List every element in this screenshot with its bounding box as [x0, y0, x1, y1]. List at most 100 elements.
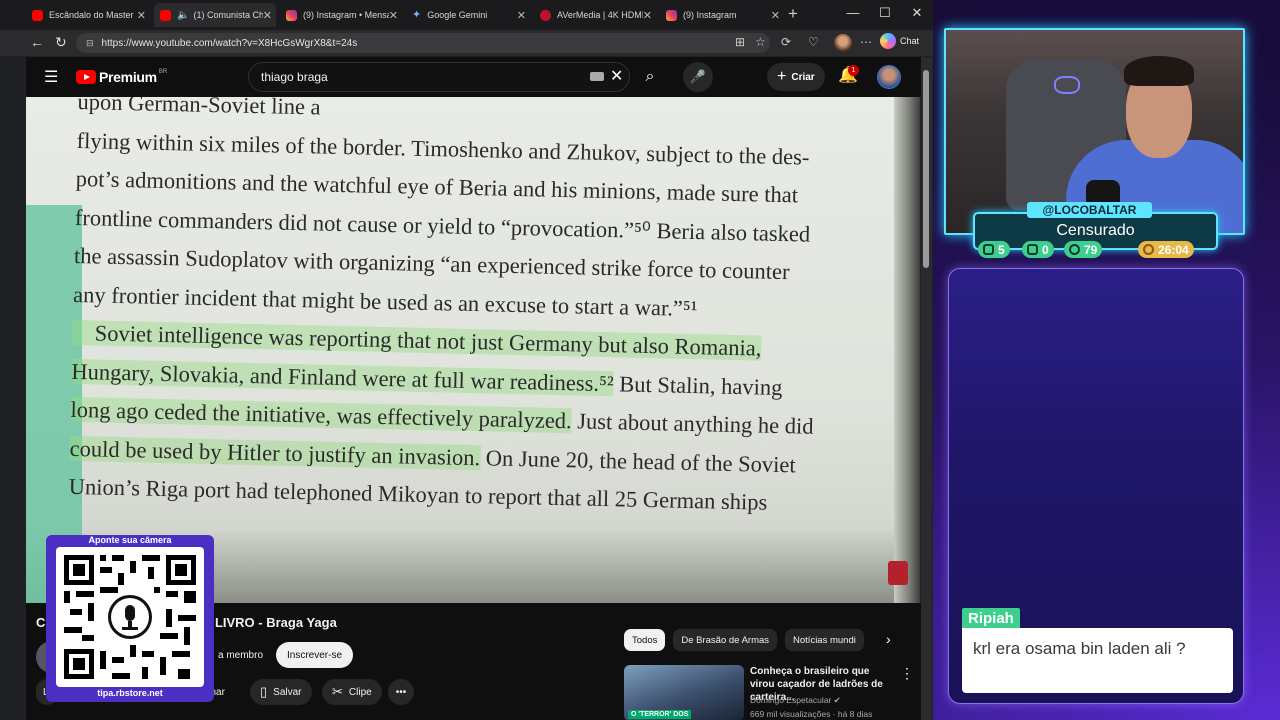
chevron-right-icon[interactable]: ›: [886, 631, 891, 647]
country-code: BR: [158, 69, 168, 75]
copilot-label: Chat: [900, 36, 920, 46]
hamburger-menu-icon[interactable]: ☰: [44, 67, 58, 87]
tab-label: (9) Instagram • Mensa: [303, 10, 389, 20]
recommendation-meta: 669 mil visualizações · há 8 dias: [750, 709, 873, 719]
tab-5[interactable]: AVerMedia | 4K HDMI ✕: [534, 3, 656, 27]
more-menu-icon[interactable]: ⋯: [860, 35, 872, 49]
search-input[interactable]: thiago braga: [248, 62, 630, 92]
close-window-button[interactable]: ✕: [902, 5, 932, 21]
save-button[interactable]: ▯ Salvar: [250, 679, 312, 705]
tab-3[interactable]: (9) Instagram • Mensa ✕: [280, 3, 402, 27]
back-button[interactable]: ←: [30, 34, 44, 50]
minimize-button[interactable]: —: [838, 5, 868, 20]
favorite-star-icon[interactable]: ☆: [755, 35, 766, 49]
clip-label: Clipe: [348, 686, 372, 698]
thumbnail-caption: O 'TERROR' DOS: [628, 710, 692, 719]
youtube-logo[interactable]: Premium BR: [76, 69, 167, 85]
tab-close-icon[interactable]: ✕: [643, 9, 652, 22]
new-tab-button[interactable]: +: [788, 4, 798, 24]
qr-code-overlay: Aponte sua câmera tipa.rbstore.net: [46, 535, 214, 702]
subscribe-button[interactable]: Inscrever-se: [276, 642, 354, 668]
extensions-icon[interactable]: ⟳: [781, 35, 791, 49]
tab-close-icon[interactable]: ✕: [263, 9, 272, 22]
tab-close-icon[interactable]: ✕: [389, 9, 398, 22]
qr-footer-url: tipa.rbstore.net: [97, 688, 163, 698]
tab-2[interactable]: 🔈 (1) Comunista Chi ✕: [154, 3, 276, 27]
clock-icon: [1143, 244, 1154, 255]
copilot-icon: [880, 33, 896, 49]
stream-timer: 26:04: [1138, 241, 1194, 258]
tab-label: Escândalo do Master s: [49, 10, 135, 20]
voice-search-icon[interactable]: 🎤: [683, 62, 713, 92]
save-label: Salvar: [273, 686, 302, 698]
chip-all[interactable]: Todos: [624, 629, 666, 651]
more-vert-icon[interactable]: ⋮: [900, 665, 914, 682]
book-page-edge: [894, 97, 920, 603]
gemini-icon: ✦: [412, 8, 422, 21]
video-player[interactable]: upon German-Soviet line a flying within …: [26, 97, 920, 603]
avermedia-icon: [540, 9, 551, 21]
app-install-icon[interactable]: ⊞: [735, 35, 745, 49]
clear-search-icon[interactable]: ✕: [610, 66, 623, 86]
address-bar[interactable]: ⊟ https://www.youtube.com/watch?v=X8HcGs…: [76, 33, 770, 53]
create-button[interactable]: + Criar: [767, 63, 825, 91]
keyboard-icon[interactable]: [590, 72, 604, 81]
verified-icon: ✔: [833, 695, 841, 705]
copilot-chat-button[interactable]: Chat: [880, 33, 919, 49]
account-avatar[interactable]: [877, 65, 901, 89]
plus-icon: +: [777, 68, 787, 85]
youtube-icon: [1027, 244, 1038, 255]
join-membership-button[interactable]: a membro: [208, 641, 273, 669]
recommendation-chips: Todos De Brasão de Armas Notícias mundi: [624, 629, 872, 651]
instagram-icon: [286, 9, 297, 21]
chip-noticias[interactable]: Notícias mundi: [785, 629, 864, 651]
clip-button[interactable]: ✂ Clipe: [322, 679, 382, 705]
kick-icon: [1069, 244, 1080, 255]
tab-1[interactable]: Escândalo do Master s ✕: [26, 3, 150, 27]
tab-label: Google Gemini: [427, 10, 488, 20]
address-bar-row: ← ↻ ⊟ https://www.youtube.com/watch?v=X8…: [0, 30, 933, 56]
kick-viewers: 79: [1064, 241, 1103, 258]
tab-close-icon[interactable]: ✕: [137, 9, 146, 22]
youtube-play-icon: [76, 70, 96, 84]
qr-header: Aponte sua câmera: [88, 535, 172, 545]
more-actions-button[interactable]: •••: [388, 679, 414, 705]
tab-strip: Escândalo do Master s ✕ 🔈 (1) Comunista …: [0, 0, 933, 30]
tab-close-icon[interactable]: ✕: [771, 9, 780, 22]
tab-6[interactable]: (9) Instagram ✕: [660, 3, 784, 27]
more-icon: •••: [395, 686, 407, 698]
recommendation-channel[interactable]: Domingo Espetacular ✔: [750, 695, 841, 706]
twitch-viewers: 5: [978, 241, 1010, 258]
instagram-icon: [666, 9, 677, 21]
create-label: Criar: [791, 71, 815, 83]
tab-label: AVerMedia | 4K HDMI: [557, 10, 643, 20]
chip-de-brasao[interactable]: De Brasão de Armas: [673, 629, 778, 651]
qr-code: [56, 547, 204, 687]
youtube-icon: [160, 9, 171, 21]
scissors-icon: ✂: [332, 684, 343, 699]
chair-logo: [1054, 76, 1080, 94]
youtube-icon: [32, 9, 43, 21]
tab-close-icon[interactable]: ✕: [517, 9, 526, 22]
search-query: thiago braga: [261, 70, 328, 84]
page-scrollbar-thumb[interactable]: [923, 70, 929, 268]
reload-button[interactable]: ↻: [55, 34, 67, 51]
youtube-viewers: 0: [1022, 241, 1054, 258]
notification-badge: 1: [848, 65, 859, 76]
recommendation-thumbnail[interactable]: O 'TERROR' DOS: [624, 665, 744, 720]
chat-username: Ripiah: [962, 608, 1020, 629]
profile-avatar[interactable]: [834, 34, 852, 52]
browser-essentials-icon[interactable]: ♡: [808, 35, 819, 49]
bookmark-icon: ▯: [260, 684, 268, 699]
streamer-handle: @LOCOBALTAR: [1027, 202, 1152, 218]
maximize-button[interactable]: ☐: [870, 5, 900, 21]
audio-icon[interactable]: 🔈: [177, 10, 189, 21]
youtube-brand-label: Premium: [99, 69, 157, 85]
book-page-text: upon German-Soviet line a flying within …: [68, 97, 877, 525]
tab-4[interactable]: ✦ Google Gemini ✕: [406, 3, 530, 27]
stream-title: Censurado: [1056, 222, 1135, 239]
twitch-icon: [983, 244, 994, 255]
search-button[interactable]: ⌕: [630, 62, 670, 92]
site-info-icon[interactable]: ⊟: [86, 38, 94, 49]
youtube-header: ☰ Premium BR thiago braga ✕ ⌕ 🎤 + Criar …: [26, 57, 932, 97]
